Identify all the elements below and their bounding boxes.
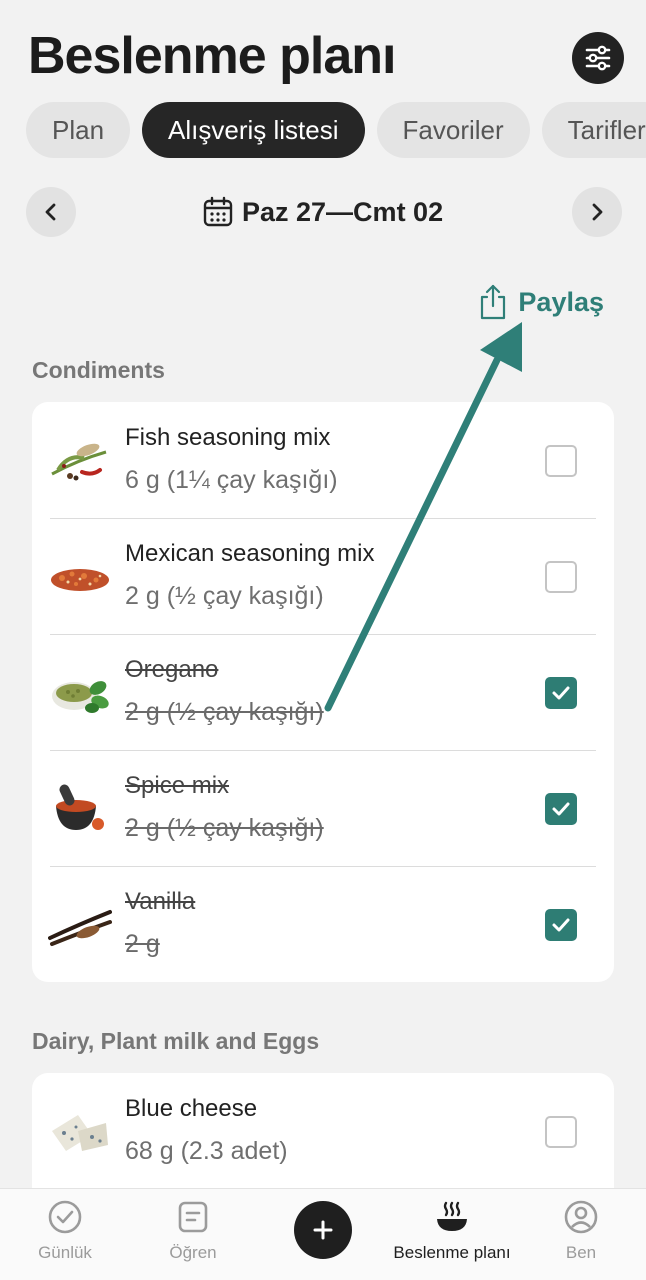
nav-label: Beslenme planı [393, 1243, 511, 1262]
item-name: Fish seasoning mix [125, 424, 331, 451]
page-title: Beslenme planı [28, 27, 396, 85]
chevron-left-icon [45, 203, 56, 221]
list-item[interactable]: Oregano 2 g (½ çay kaşığı) [32, 634, 614, 750]
share-button[interactable]: Paylaş [478, 283, 604, 321]
fish-seasoning-thumbnail [51, 443, 107, 481]
item-name: Oregano [125, 656, 219, 683]
next-week-button[interactable] [572, 187, 622, 237]
checkmark-icon [552, 802, 570, 816]
item-checkbox[interactable] [545, 561, 577, 593]
check-circle-icon [48, 1200, 82, 1234]
plus-icon [313, 1220, 333, 1240]
share-icon [481, 284, 506, 320]
tab-bar: Plan Alışveriş listesi Favoriler Tarifle… [26, 102, 646, 158]
item-name: Spice mix [125, 772, 230, 799]
vanilla-thumbnail [48, 910, 112, 946]
blue-cheese-thumbnail [52, 1115, 108, 1151]
item-checkbox-checked[interactable] [545, 793, 577, 825]
week-navigator: Paz 27—Cmt 02 [26, 187, 622, 237]
item-checkbox-checked[interactable] [545, 909, 577, 941]
item-checkbox[interactable] [545, 445, 577, 477]
item-quantity: 2 g (½ çay kaşığı) [125, 582, 324, 610]
add-button[interactable] [294, 1201, 352, 1259]
section-title-dairy: Dairy, Plant milk and Eggs [32, 1028, 320, 1054]
nav-label: Ben [565, 1243, 597, 1262]
item-name: Vanilla [125, 888, 196, 915]
filter-settings-button[interactable] [572, 32, 624, 84]
user-circle-icon [564, 1200, 598, 1234]
nav-profile[interactable]: Ben [516, 1199, 646, 1263]
nav-learn[interactable]: Öğren [128, 1199, 258, 1263]
nav-daily[interactable]: Günlük [0, 1199, 130, 1263]
checkmark-icon [552, 918, 570, 932]
mexican-seasoning-thumbnail [51, 569, 109, 591]
item-checkbox-checked[interactable] [545, 677, 577, 709]
condiments-list: Fish seasoning mix 6 g (1¼ çay kaşığı) M… [32, 402, 614, 982]
list-item[interactable]: Fish seasoning mix 6 g (1¼ çay kaşığı) [32, 402, 614, 518]
bowl-icon [437, 1201, 467, 1231]
list-item[interactable]: Spice mix 2 g (½ çay kaşığı) [32, 750, 614, 866]
list-item[interactable]: Vanilla 2 g [32, 866, 614, 982]
tab-shopping-list[interactable]: Alışveriş listesi [142, 102, 365, 158]
item-checkbox[interactable] [545, 1116, 577, 1148]
checkmark-icon [552, 686, 570, 700]
nav-meal-plan[interactable]: Beslenme planı [387, 1199, 517, 1263]
chevron-right-icon [592, 203, 603, 221]
tab-recipes[interactable]: Tarifler [541, 102, 646, 158]
sliders-icon [585, 45, 611, 71]
bottom-nav: Günlük Öğren Beslenme planı Ben [0, 1188, 646, 1280]
note-icon [178, 1201, 208, 1233]
previous-week-button[interactable] [26, 187, 76, 237]
item-quantity: 68 g (2.3 adet) [125, 1137, 288, 1165]
share-label: Paylaş [518, 286, 604, 317]
item-quantity: 2 g (½ çay kaşığı) [125, 698, 324, 726]
item-quantity: 2 g [125, 930, 160, 958]
list-item[interactable]: Blue cheese 68 g (2.3 adet) [32, 1073, 614, 1189]
section-title-condiments: Condiments [32, 357, 165, 383]
tab-favorites[interactable]: Favoriler [376, 102, 530, 158]
item-name: Mexican seasoning mix [125, 540, 375, 567]
item-quantity: 6 g (1¼ çay kaşığı) [125, 466, 338, 494]
oregano-thumbnail [52, 681, 109, 713]
item-name: Blue cheese [125, 1095, 258, 1122]
list-item[interactable]: Mexican seasoning mix 2 g (½ çay kaşığı) [32, 518, 614, 634]
week-range-label: Paz 27—Cmt 02 [242, 196, 444, 227]
nav-label: Günlük [38, 1243, 92, 1262]
calendar-icon [203, 196, 233, 227]
nav-label: Öğren [169, 1243, 217, 1262]
spice-mix-thumbnail [56, 784, 104, 830]
tab-plan[interactable]: Plan [26, 102, 131, 158]
week-range[interactable]: Paz 27—Cmt 02 [202, 193, 443, 231]
item-quantity: 2 g (½ çay kaşığı) [125, 814, 324, 842]
